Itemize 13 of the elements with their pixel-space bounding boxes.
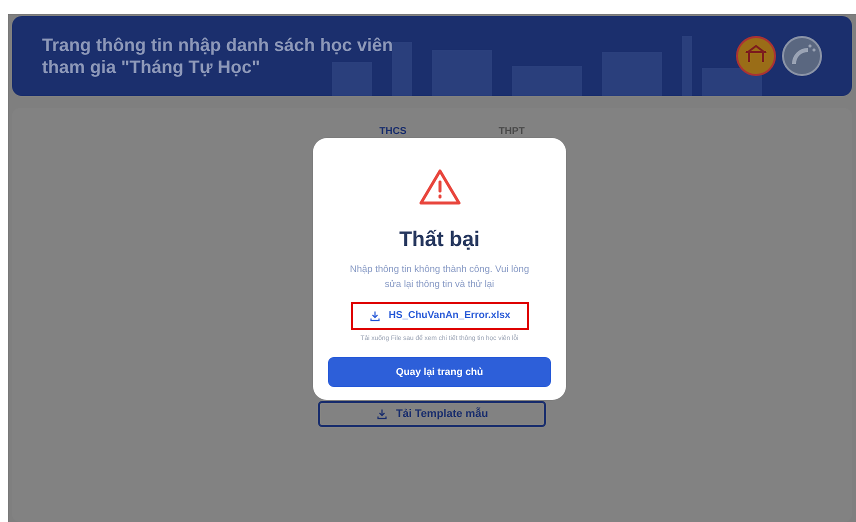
warning-icon <box>418 168 462 206</box>
emblem-icon <box>736 36 776 76</box>
download-icon <box>376 408 388 420</box>
emblem-icon <box>782 36 822 76</box>
error-file-link[interactable]: HS_ChuVanAn_Error.xlsx <box>350 302 528 330</box>
dialog-title: Thất bại <box>399 227 480 253</box>
download-icon <box>368 310 381 322</box>
template-download-button[interactable]: Tải Template mẫu <box>318 401 546 427</box>
back-home-button[interactable]: Quay lại trang chủ <box>328 357 551 388</box>
dialog-message: Nhập thông tin không thành công. Vui lòng <box>350 262 530 276</box>
page-title: tham gia "Tháng Tự Học" <box>42 56 262 78</box>
page-title: Trang thông tin nhập danh sách học viên <box>42 34 394 56</box>
dialog-message: sửa lại thông tin và thử lại <box>384 278 494 292</box>
